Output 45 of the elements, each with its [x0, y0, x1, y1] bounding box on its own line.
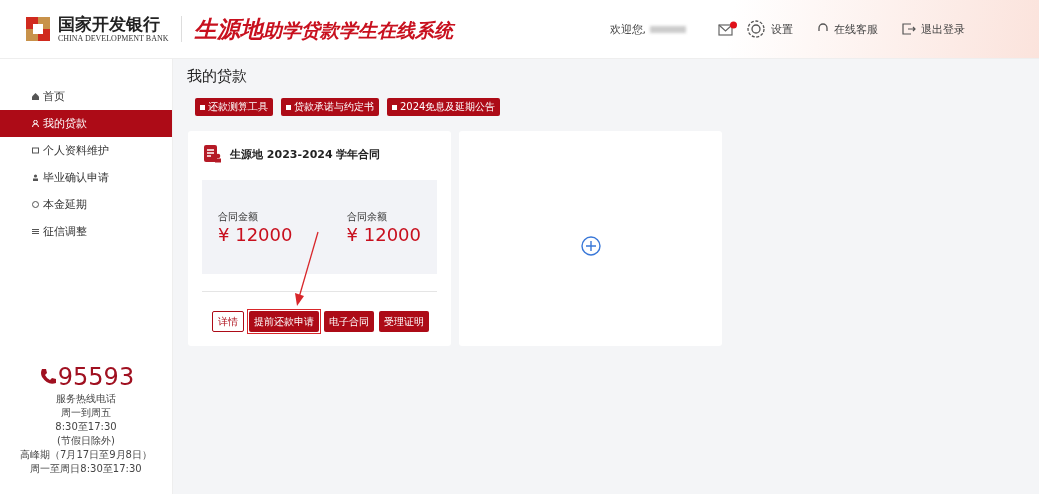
add-icon [580, 235, 601, 256]
sidebar-item[interactable]: 我的贷款 [0, 110, 172, 137]
tool-button[interactable]: 贷款承诺与约定书 [281, 98, 379, 116]
hotline-info-text: 服务热线电话 [56, 392, 116, 406]
hotline-info-text: (节假日除外) [57, 434, 115, 448]
bank-logo-icon [26, 17, 50, 41]
hotline-number: 95593 [57, 362, 135, 392]
home-icon [32, 93, 39, 100]
sidebar-item[interactable]: 征信调整 [0, 218, 172, 245]
bank-name-english: CHINA DEVELOPMENT BANK [58, 34, 169, 44]
action-button[interactable]: 受理证明 [379, 311, 429, 332]
person-icon [32, 174, 39, 181]
settings-icon [746, 19, 766, 39]
hotline-info-text: 周一至周日8:30至17:30 [30, 462, 142, 476]
page-title: 我的贷款 [187, 67, 248, 86]
online-service-link[interactable]: 在线客服 [817, 21, 878, 37]
welcome-text: 欢迎您, [609, 21, 646, 37]
list-icon [32, 228, 39, 235]
logout-link[interactable]: 退出登录 [902, 21, 965, 37]
system-title-emphasis: 生源地 [193, 14, 263, 44]
hotline-info-text: 高峰期（7月17日至9月8日） [20, 448, 152, 462]
details-button[interactable]: 详情 [212, 311, 244, 332]
mail-icon[interactable] [718, 21, 738, 37]
sidebar-item[interactable]: 首页 [0, 83, 172, 110]
blurred-username [650, 25, 686, 33]
amount-value: ¥ 12000 [218, 223, 293, 245]
amount-value: ¥ 12000 [346, 223, 421, 245]
tool-button[interactable]: 2024免息及延期公告 [387, 98, 501, 116]
logout-icon [902, 23, 916, 35]
card-icon [32, 147, 39, 154]
user-icon [32, 120, 39, 127]
action-button[interactable]: 提前还款申请 [249, 311, 319, 332]
contract-title: 生源地 2023-2024 学年合同 [230, 146, 381, 162]
sidebar-item[interactable]: 毕业确认申请 [0, 164, 172, 191]
amount-label: 合同金额 [218, 209, 259, 224]
settings-link[interactable]: 设置 [746, 19, 793, 39]
bank-name: 国家开发银行 [58, 14, 161, 34]
hotline-info-text: 周一到周五 [61, 406, 111, 420]
tool-button[interactable]: 还款测算工具 [195, 98, 273, 116]
amount-label: 合同余额 [346, 209, 388, 224]
sidebar-item[interactable]: 本金延期 [0, 191, 172, 218]
hotline-info-text: 8:30至17:30 [55, 420, 117, 434]
sidebar-item[interactable]: 个人资料维护 [0, 137, 172, 164]
contract-icon [204, 145, 222, 163]
action-button[interactable]: 电子合同 [324, 311, 374, 332]
